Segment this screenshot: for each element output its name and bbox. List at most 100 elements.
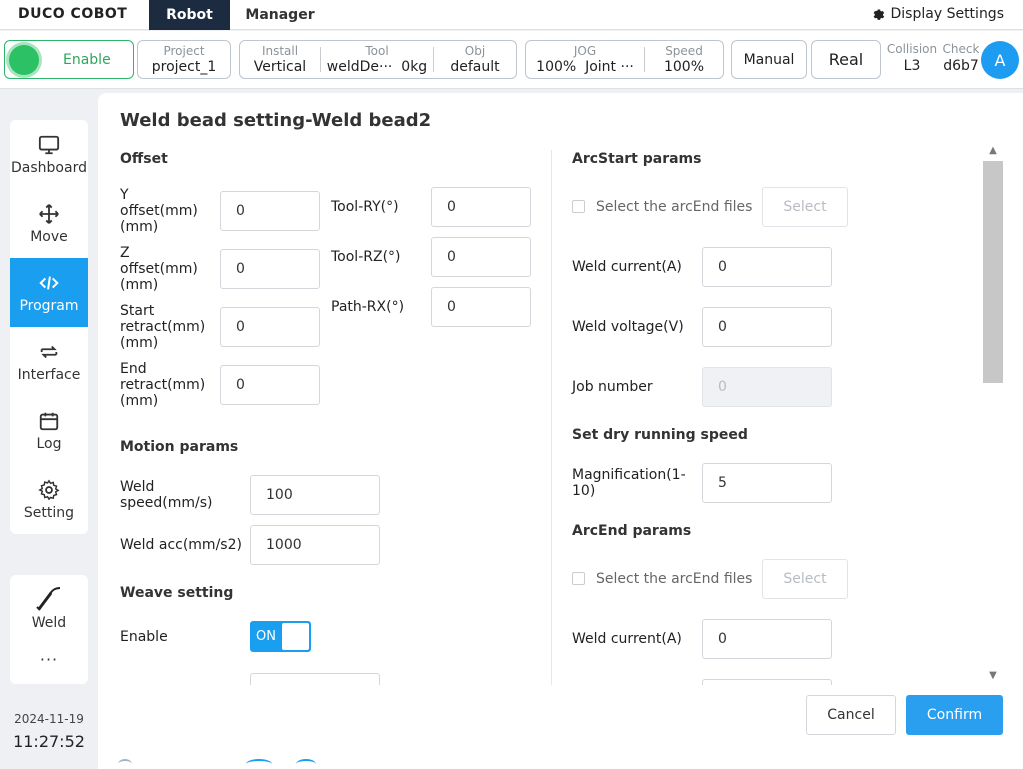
- end-retract-label: End retract(mm) (mm): [120, 361, 206, 409]
- arcend-next-input[interactable]: [702, 679, 832, 685]
- jog-speed-box[interactable]: JOG 100% Joint ··· Speed 100%: [525, 40, 724, 79]
- project-box[interactable]: Project project_1: [137, 40, 231, 79]
- weld-speed-input[interactable]: 100: [250, 475, 380, 515]
- project-value: project_1: [151, 58, 217, 75]
- sidebar-item-label: Interface: [17, 366, 81, 383]
- arcend-current-input[interactable]: 0: [702, 619, 832, 659]
- jog-value: 100%: [536, 58, 577, 75]
- section-weave-setting: Weave setting: [120, 585, 234, 601]
- weave-enable-toggle[interactable]: ON: [250, 621, 311, 652]
- display-settings-button[interactable]: Display Settings: [871, 6, 1004, 22]
- weave-enable-label: Enable: [120, 629, 168, 645]
- sidebar-item-label: Dashboard: [11, 159, 87, 176]
- magnification-label: Magnification(1- 10): [572, 467, 686, 499]
- arcstart-select-button[interactable]: Select: [762, 187, 848, 227]
- sidebar-item-interface[interactable]: Interface: [10, 327, 88, 396]
- partial-radio: [246, 759, 272, 769]
- tool-value: weldDe···: [326, 58, 393, 75]
- monitor-icon: [38, 135, 60, 154]
- toggle-on-text: ON: [256, 629, 276, 644]
- job-number-label: Job number: [572, 379, 653, 395]
- collision-indicator[interactable]: Collision L3: [885, 42, 939, 76]
- start-retract-input[interactable]: 0: [220, 307, 320, 347]
- arcstart-voltage-input[interactable]: 0: [702, 307, 832, 347]
- manual-button[interactable]: Manual: [731, 40, 807, 79]
- scrollbar-thumb[interactable]: [983, 161, 1003, 383]
- path-rx-input[interactable]: 0: [431, 287, 531, 327]
- cancel-button[interactable]: Cancel: [806, 695, 896, 735]
- swap-icon: [40, 345, 58, 358]
- partial-radio: [296, 759, 316, 769]
- speed-value: 100%: [663, 58, 705, 75]
- sidebar-item-program[interactable]: Program: [10, 258, 88, 327]
- tool-ry-label: Tool-RY(°): [331, 199, 399, 215]
- tool-ry-input[interactable]: 0: [431, 187, 531, 227]
- arcend-file-label: Select the arcEnd files: [596, 571, 753, 587]
- weld-label: Weld: [31, 615, 67, 631]
- calendar-icon: [39, 412, 59, 430]
- sidebar-item-setting[interactable]: Setting: [10, 465, 88, 534]
- move-arrows-icon: [39, 203, 59, 224]
- sidebar-item-log[interactable]: Log: [10, 396, 88, 465]
- weld-plugin-button[interactable]: Weld: [10, 578, 88, 638]
- arcstart-current-input[interactable]: 0: [702, 247, 832, 287]
- gear-icon: [38, 478, 60, 500]
- dialog-title: Weld bead setting-Weld bead2: [120, 110, 432, 131]
- scroll-up-icon[interactable]: ▲: [987, 146, 999, 156]
- sidebar-item-label: Program: [19, 297, 79, 314]
- z-offset-input[interactable]: 0: [220, 249, 320, 289]
- start-retract-label: Start retract(mm) (mm): [120, 303, 206, 351]
- arcstart-voltage-label: Weld voltage(V): [572, 319, 684, 335]
- tool-weight: 0kg: [401, 58, 428, 75]
- section-offset: Offset: [120, 151, 168, 167]
- jog-key: JOG: [573, 43, 597, 58]
- enable-label: Enable: [63, 51, 111, 68]
- arcstart-current-label: Weld current(A): [572, 259, 682, 275]
- install-value: Vertical: [253, 58, 307, 75]
- job-number-input: 0: [702, 367, 832, 407]
- code-icon: [39, 275, 59, 290]
- weld-speed-label: Weld speed(mm/s): [120, 479, 213, 511]
- tab-robot[interactable]: Robot: [149, 0, 230, 30]
- path-rx-label: Path-RX(°): [331, 299, 405, 315]
- arcend-file-checkbox[interactable]: [572, 572, 585, 585]
- end-retract-input[interactable]: 0: [220, 365, 320, 405]
- section-dry-running-speed: Set dry running speed: [572, 427, 748, 443]
- gear-icon: [873, 9, 884, 20]
- partial-radio: [118, 759, 132, 769]
- obj-value: default: [450, 58, 500, 75]
- weld-acc-input[interactable]: 1000: [250, 525, 380, 565]
- scroll-down-icon[interactable]: ▼: [987, 671, 999, 681]
- enable-button[interactable]: Enable: [4, 40, 134, 79]
- sidebar-item-dashboard[interactable]: Dashboard: [10, 120, 88, 189]
- check-value: d6b7: [943, 58, 979, 74]
- sidebar-item-move[interactable]: Move: [10, 189, 88, 258]
- arcend-select-button[interactable]: Select: [762, 559, 848, 599]
- project-key: Project: [163, 43, 205, 58]
- check-indicator: Check d6b7: [942, 42, 980, 76]
- more-icon[interactable]: ···: [10, 650, 88, 680]
- sidebar-nav: Dashboard Move Program Interface Log Set…: [10, 120, 88, 534]
- y-offset-label: Yoffset(mm) (mm): [120, 187, 198, 235]
- tool-key: Tool: [365, 43, 389, 58]
- section-arcend-params: ArcEnd params: [572, 523, 692, 539]
- arcstart-file-checkbox[interactable]: [572, 200, 585, 213]
- tool-rz-label: Tool-RZ(°): [331, 249, 401, 265]
- magnification-input[interactable]: 5: [702, 463, 832, 503]
- tab-manager[interactable]: Manager: [230, 0, 330, 30]
- display-settings-label: Display Settings: [890, 6, 1004, 22]
- tool-rz-input[interactable]: 0: [431, 237, 531, 277]
- section-arcstart-params: ArcStart params: [572, 151, 702, 167]
- install-key: Install: [261, 43, 299, 58]
- sidebar-item-label: Setting: [23, 504, 75, 521]
- real-button[interactable]: Real: [811, 40, 881, 79]
- avatar[interactable]: A: [981, 41, 1019, 79]
- clock-date: 2024-11-19: [14, 712, 84, 726]
- install-tool-obj-box[interactable]: Install Vertical Tool weldDe··· 0kg Obj …: [239, 40, 517, 79]
- welding-torch-icon: [36, 587, 61, 611]
- confirm-button[interactable]: Confirm: [906, 695, 1003, 735]
- weave-next-input[interactable]: [250, 673, 380, 685]
- y-offset-input[interactable]: 0: [220, 191, 320, 231]
- section-motion-params: Motion params: [120, 439, 239, 455]
- sidebar-item-label: Log: [36, 435, 62, 452]
